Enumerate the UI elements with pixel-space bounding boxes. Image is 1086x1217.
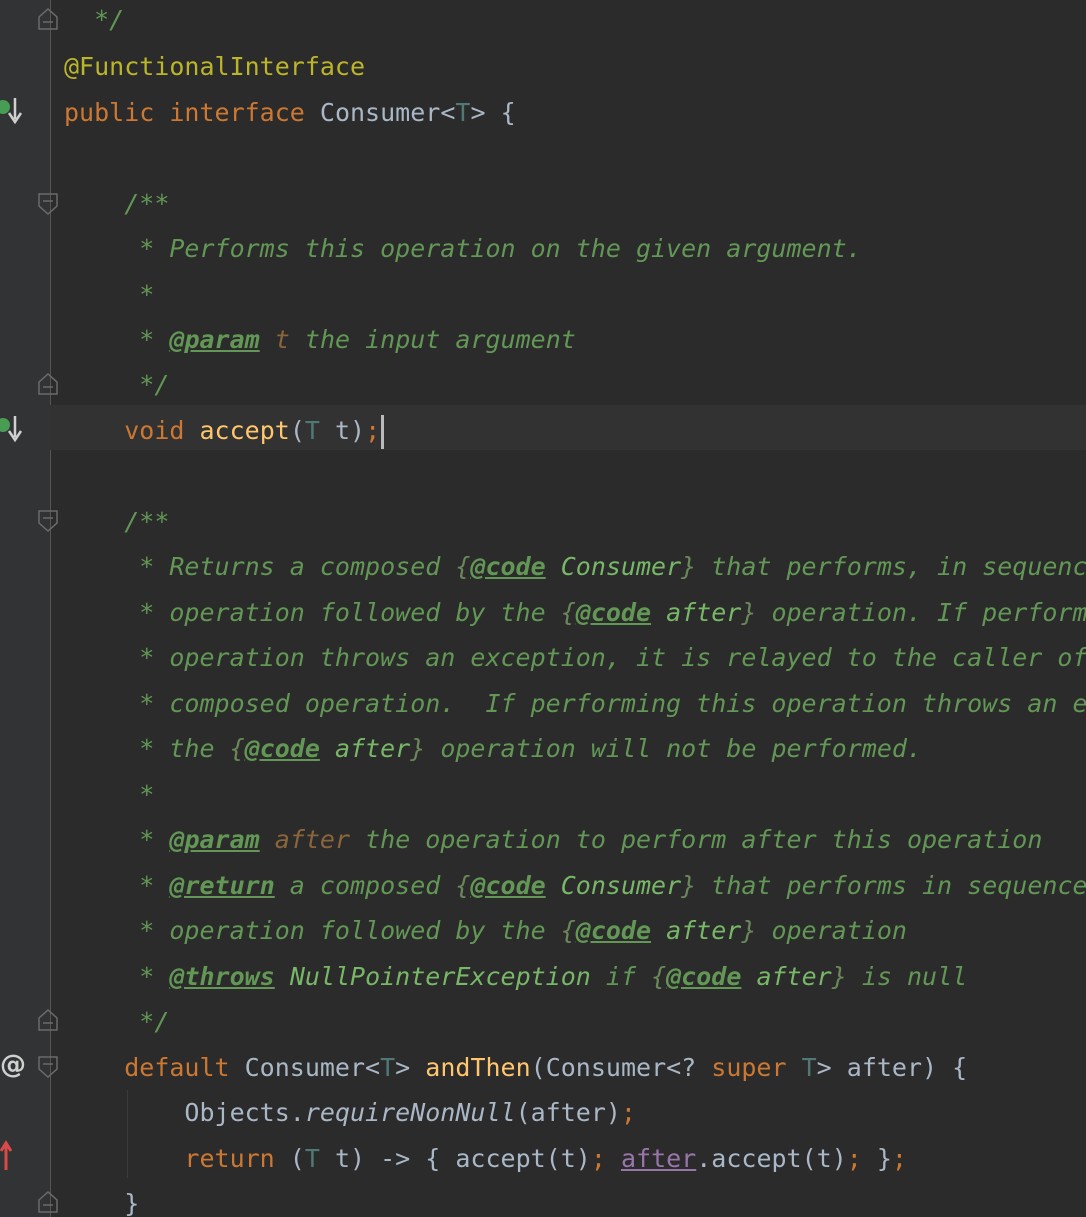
fold-start-icon[interactable]	[37, 509, 59, 533]
code-line: return (T t) -> { accept(t); after.accep…	[184, 1144, 907, 1173]
code-line: * @return a composed {@code Consumer} th…	[139, 871, 1086, 900]
fold-end-icon[interactable]	[37, 1190, 59, 1214]
editor-gutter	[0, 0, 51, 1217]
code-line: * @throws NullPointerException if {@code…	[139, 962, 968, 991]
code-line: *	[139, 780, 155, 809]
code-line: public interface Consumer<T> {	[64, 98, 516, 127]
implemented-icon[interactable]	[0, 95, 26, 125]
code-line: *	[139, 280, 155, 309]
code-line: /**	[124, 189, 170, 218]
code-line: */	[139, 1007, 170, 1036]
code-line: }	[124, 1189, 140, 1217]
recursive-call-icon[interactable]	[0, 1140, 26, 1170]
text-cursor	[381, 415, 385, 449]
code-line: * @param t the input argument	[139, 325, 576, 354]
fold-start-icon[interactable]	[37, 192, 59, 216]
code-line: * composed operation. If performing this…	[139, 689, 1086, 718]
code-line: */	[94, 5, 125, 34]
fold-start-icon[interactable]	[37, 1055, 59, 1079]
code-line: * operation followed by the {@code after…	[139, 916, 907, 945]
fold-end-icon[interactable]	[37, 372, 59, 396]
code-line: * Returns a composed {@code Consumer} th…	[139, 552, 1086, 581]
code-editor[interactable]: */ @FunctionalInterface public interface…	[64, 0, 1086, 1217]
fold-end-icon[interactable]	[37, 7, 59, 31]
code-line: * Performs this operation on the given a…	[139, 234, 862, 263]
code-line: * operation followed by the {@code after…	[139, 598, 1086, 627]
code-line: * @param after the operation to perform …	[139, 825, 1043, 854]
implemented-icon[interactable]	[0, 413, 26, 443]
code-line: * the {@code after} operation will not b…	[139, 734, 922, 763]
code-line: default Consumer<T> andThen(Consumer<? s…	[124, 1053, 968, 1082]
code-line: */	[139, 370, 170, 399]
code-line: void accept(T t);	[64, 408, 385, 453]
code-line: /**	[124, 507, 170, 536]
code-line: @FunctionalInterface	[64, 52, 366, 81]
code-line: Objects.requireNonNull(after);	[184, 1098, 636, 1127]
fold-end-icon[interactable]	[37, 1008, 59, 1032]
override-icon[interactable]: @	[0, 1047, 26, 1083]
code-line: * operation throws an exception, it is r…	[139, 643, 1086, 672]
